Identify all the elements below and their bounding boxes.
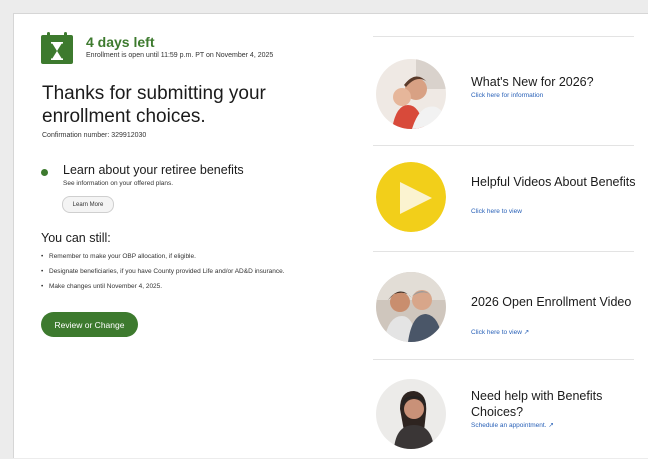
days-left-text: 4 days left xyxy=(86,34,155,50)
list-item: Make changes until November 4, 2025. xyxy=(41,282,285,297)
support-agent-photo xyxy=(376,379,446,449)
you-can-still-list: Remember to make your OBP allocation, if… xyxy=(41,252,285,297)
calendar-hourglass-icon xyxy=(41,32,73,64)
card-benefits-help[interactable]: Need help with Benefits Choices? Schedul… xyxy=(376,379,638,459)
learn-more-button[interactable]: Learn More xyxy=(62,196,114,213)
card-title: What's New for 2026? xyxy=(471,75,594,89)
card-link[interactable]: Click here for information xyxy=(471,92,543,99)
card-link[interactable]: Schedule an appointment. ↗ xyxy=(471,421,554,429)
couple-photo xyxy=(376,272,446,342)
review-or-change-button[interactable]: Review or Change xyxy=(41,312,138,337)
card-title: Need help with Benefits Choices? xyxy=(471,389,603,419)
list-item: Designate beneficiaries, if you have Cou… xyxy=(41,267,285,282)
divider xyxy=(373,36,634,37)
card-open-enrollment-video[interactable]: 2026 Open Enrollment Video Click here to… xyxy=(376,272,638,352)
list-item: Remember to make your OBP allocation, if… xyxy=(41,252,285,267)
main-panel: 4 days left Enrollment is open until 11:… xyxy=(13,13,648,458)
deadline-banner: 4 days left Enrollment is open until 11:… xyxy=(41,32,273,64)
retiree-benefits-subtitle: See information on your offered plans. xyxy=(63,180,174,187)
page-title: Thanks for submitting your enrollment ch… xyxy=(42,83,266,127)
divider xyxy=(373,145,634,146)
card-link[interactable]: Click here to view ↗ xyxy=(471,328,529,336)
bullet-dot-icon xyxy=(41,169,48,176)
enrollment-deadline-note: Enrollment is open until 11:59 p.m. PT o… xyxy=(86,52,274,59)
card-link[interactable]: Click here to view xyxy=(471,208,522,215)
card-whats-new[interactable]: What's New for 2026? Click here for info… xyxy=(376,59,638,139)
you-can-still-heading: You can still: xyxy=(41,231,111,245)
divider xyxy=(373,251,634,252)
divider xyxy=(373,359,634,360)
card-title: 2026 Open Enrollment Video xyxy=(471,295,632,309)
family-photo xyxy=(376,59,446,129)
retiree-benefits-title: Learn about your retiree benefits xyxy=(63,163,244,177)
confirmation-number: Confirmation number: 329912030 xyxy=(42,132,147,139)
card-title: Helpful Videos About Benefits xyxy=(471,175,636,189)
card-helpful-videos[interactable]: Helpful Videos About Benefits Click here… xyxy=(376,162,638,242)
play-video-thumbnail xyxy=(376,162,446,232)
